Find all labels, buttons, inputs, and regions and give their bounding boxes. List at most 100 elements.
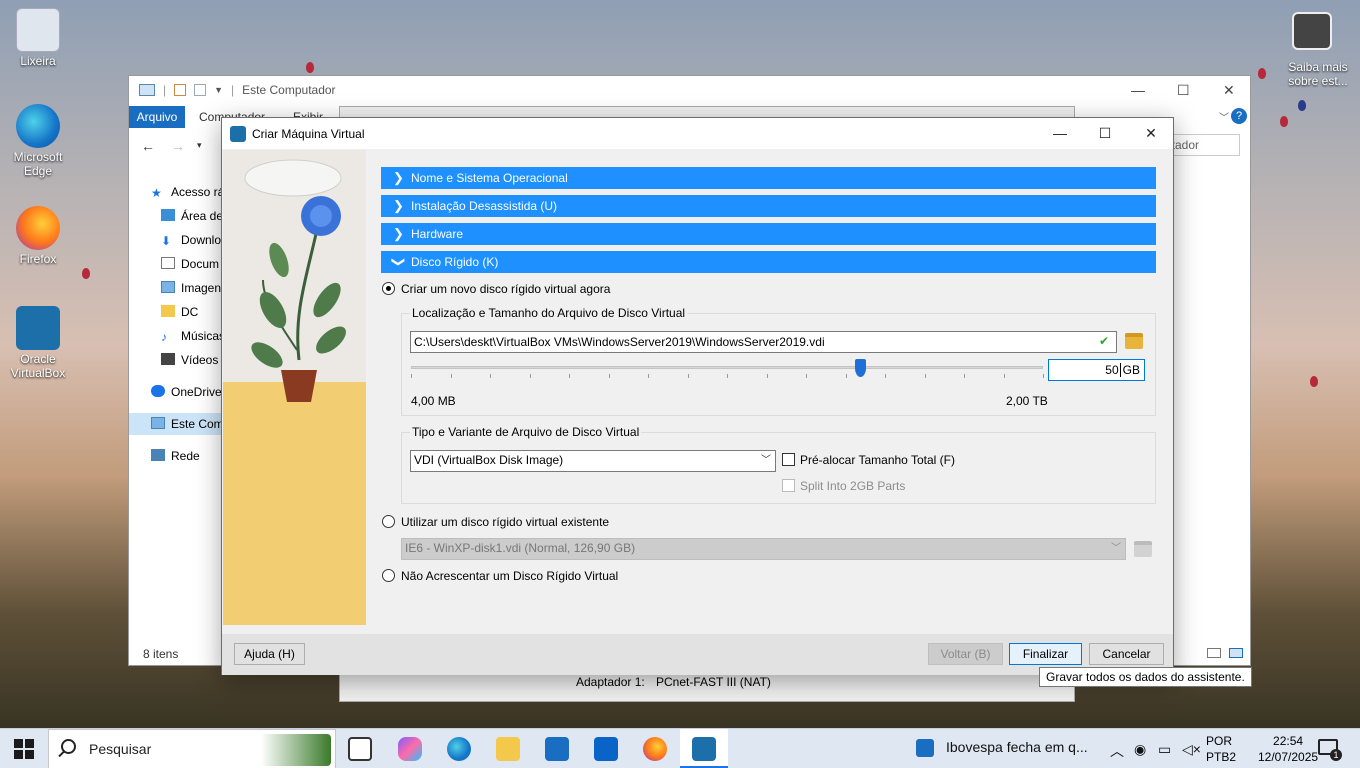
back-button[interactable]: Voltar (B) <box>928 643 1003 665</box>
nav-music[interactable]: ♪ Músicas <box>161 325 225 347</box>
disk-path-input[interactable]: C:\Users\deskt\VirtualBox VMs\WindowsSer… <box>410 331 1117 353</box>
task-view-icon[interactable] <box>348 737 372 761</box>
nav-this-pc[interactable]: Este Com <box>129 413 224 435</box>
back-arrow-icon[interactable]: ← <box>141 138 155 154</box>
nav-documents[interactable]: Docum <box>161 253 219 275</box>
recent-dropdown-icon[interactable]: ▾ <box>197 140 202 151</box>
virtualbox-desktop-icon[interactable]: Oracle VirtualBox <box>6 306 70 380</box>
spotlight-label[interactable]: Saiba mais sobre est... <box>1278 60 1358 88</box>
no-disk-radio[interactable] <box>382 569 395 582</box>
preallocate-label[interactable]: Pré-alocar Tamanho Total (F) <box>800 453 955 467</box>
preallocate-checkbox[interactable] <box>782 453 795 466</box>
notifications-icon[interactable]: 1 <box>1318 739 1342 761</box>
nav-videos[interactable]: Vídeos <box>161 349 218 371</box>
section-name-os[interactable]: ❯ Nome e Sistema Operacional <box>381 167 1156 189</box>
nav-dc[interactable]: DC <box>161 301 198 323</box>
desktop-icon-label: Microsoft Edge <box>13 150 63 178</box>
nav-network[interactable]: Rede <box>151 445 200 467</box>
edge-desktop-icon[interactable]: Microsoft Edge <box>6 104 70 178</box>
chevron-down-icon: ﹀ <box>1111 543 1121 554</box>
help-button[interactable]: Ajuda (H) <box>234 643 305 665</box>
close-button[interactable]: ✕ <box>1128 118 1174 149</box>
existing-disk-select[interactable]: IE6 - WinXP-disk1.vdi (Normal, 126,90 GB… <box>401 538 1126 560</box>
use-existing-disk-label[interactable]: Utilizar um disco rígido virtual existen… <box>401 515 609 529</box>
tab-file[interactable]: Arquivo <box>129 106 185 128</box>
section-hard-disk[interactable]: ❯ Disco Rígido (K) <box>381 251 1156 273</box>
language-indicator[interactable]: POR PTB2 <box>1206 733 1236 765</box>
ribbon-expand-icon[interactable]: ﹀ <box>1219 109 1229 124</box>
new-folder-icon[interactable] <box>194 84 207 96</box>
create-new-disk-label[interactable]: Criar um novo disco rígido virtual agora <box>401 282 610 296</box>
slider-tick <box>766 374 768 378</box>
folder-browse-disabled-icon[interactable] <box>1134 541 1152 557</box>
recycle-bin-icon[interactable]: Lixeira <box>6 8 70 68</box>
nav-quick-access[interactable]: ★ Acesso rá <box>151 181 224 203</box>
copilot-icon[interactable] <box>398 737 422 761</box>
network-icon[interactable]: ▭ <box>1158 741 1171 758</box>
store-icon[interactable] <box>545 737 569 761</box>
nav-onedrive[interactable]: OneDrive <box>151 381 222 403</box>
disk-size-input[interactable]: 50 GB <box>1048 359 1145 381</box>
create-vm-dialog: Criar Máquina Virtual — ☐ ✕ ❯ Nome e Sis… <box>221 117 1174 675</box>
computer-icon <box>151 417 165 429</box>
section-unattended[interactable]: ❯ Instalação Desassistida (U) <box>381 195 1156 217</box>
nav-downloads[interactable]: ⬇ Downlo <box>161 229 221 251</box>
nav-pictures[interactable]: Imagen <box>161 277 221 299</box>
slider-tick <box>885 374 886 378</box>
slider-tick <box>964 374 965 378</box>
separator: | <box>163 83 167 97</box>
outlook-icon[interactable] <box>594 737 618 761</box>
split-2gb-checkbox[interactable] <box>782 479 795 492</box>
news-widget-icon[interactable] <box>916 739 934 757</box>
qat-dropdown-icon[interactable]: ▼ <box>214 85 223 95</box>
balloon-decoration <box>1258 68 1266 79</box>
firefox-icon <box>16 206 60 250</box>
spotlight-icon[interactable] <box>1292 12 1332 50</box>
valid-check-icon: ✔ <box>1099 334 1110 348</box>
slider-tick <box>608 374 610 378</box>
help-icon[interactable]: ? <box>1231 108 1247 124</box>
disk-size-slider-handle[interactable] <box>854 359 866 377</box>
location-size-group-label: Localização e Tamanho do Arquivo de Disc… <box>410 306 688 320</box>
firefox-desktop-icon[interactable]: Firefox <box>6 206 70 266</box>
forward-arrow-icon[interactable]: → <box>171 138 185 154</box>
virtualbox-icon <box>230 125 246 142</box>
picture-icon <box>161 281 175 293</box>
properties-icon[interactable] <box>174 84 187 96</box>
cancel-button[interactable]: Cancelar <box>1089 643 1164 665</box>
maximize-button[interactable]: ☐ <box>1082 118 1128 149</box>
plant-illustration <box>244 159 346 402</box>
meet-icon[interactable]: ◉ <box>1134 741 1146 758</box>
taskbar-search[interactable]: Pesquisar <box>48 729 336 768</box>
edge-icon[interactable] <box>447 737 471 761</box>
search-icon <box>61 739 76 754</box>
chevron-right-icon: ❯ <box>393 198 404 213</box>
clock[interactable]: 22:54 12/07/2025 <box>1258 733 1318 765</box>
maximize-icon[interactable]: ☐ <box>1177 82 1190 99</box>
tiles-view-icon[interactable] <box>1229 648 1243 658</box>
file-explorer-icon[interactable] <box>496 737 520 761</box>
folder-browse-icon[interactable] <box>1125 333 1143 349</box>
start-button[interactable] <box>14 739 34 759</box>
disk-type-select[interactable]: VDI (VirtualBox Disk Image) ﹀ <box>410 450 776 472</box>
volume-icon[interactable]: ◁× <box>1182 741 1201 758</box>
section-hardware[interactable]: ❯ Hardware <box>381 223 1156 245</box>
chevron-up-icon[interactable]: ︿ <box>1110 741 1124 761</box>
create-new-disk-radio[interactable] <box>382 282 395 295</box>
slider-tick <box>569 374 570 378</box>
nav-desktop[interactable]: Área de <box>161 205 223 227</box>
windows-logo-icon <box>25 739 34 748</box>
news-widget-text[interactable]: Ibovespa fecha em q... <box>946 739 1088 755</box>
no-disk-label[interactable]: Não Acrescentar um Disco Rígido Virtual <box>401 569 618 583</box>
disk-size-slider[interactable] <box>411 366 1043 369</box>
slider-tick <box>490 374 491 378</box>
desktop-icon-label: Lixeira <box>20 54 56 68</box>
close-icon[interactable]: ✕ <box>1223 82 1235 99</box>
firefox-icon[interactable] <box>643 737 667 761</box>
virtualbox-taskbar-button[interactable] <box>680 729 728 768</box>
use-existing-disk-radio[interactable] <box>382 515 395 528</box>
minimize-icon[interactable]: — <box>1131 82 1145 98</box>
finish-button[interactable]: Finalizar <box>1009 643 1082 665</box>
details-view-icon[interactable] <box>1207 648 1221 658</box>
minimize-button[interactable]: — <box>1037 118 1083 149</box>
